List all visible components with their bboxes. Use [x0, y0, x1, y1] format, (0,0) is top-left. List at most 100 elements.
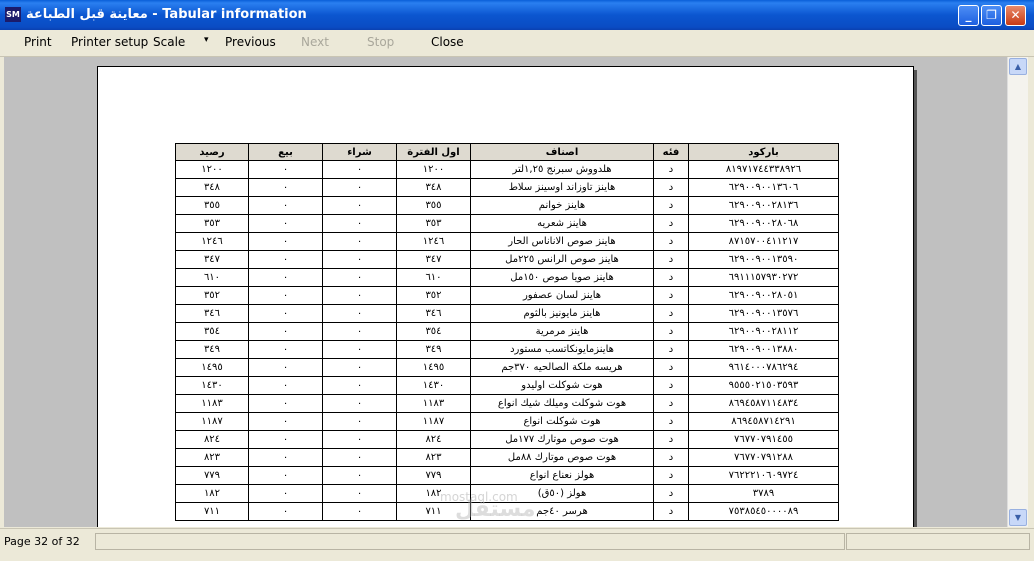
table-cell: هلدووش سبرنج ١,٢٥لتر: [470, 160, 654, 179]
scroll-down-button[interactable]: ▼: [1009, 509, 1027, 526]
table-cell: د: [653, 430, 689, 449]
table-row: ٦٢٩٠٠٩٠٠٢٨٠٥١ د هاينز لسان عصفور ٣٥٢ ٠ ٠ ٣٥٢: [175, 286, 839, 305]
table-cell: ٠: [322, 232, 397, 251]
table-cell: ٠: [322, 358, 397, 377]
table-cell: هاينز لسان عصفور: [470, 286, 654, 305]
table-row: ٨٦٩٤٥٨٧١١٤٨٣٤ د هوت شوكلت وميلك شيك انواع ١…: [175, 394, 839, 413]
table-cell: ١٤٩٥: [175, 358, 249, 377]
table-cell: ٨٦٩٤٥٨٧١٤٢٩١: [688, 412, 839, 431]
maximize-button[interactable]: ❐: [981, 5, 1002, 26]
table-cell: ١١٨٣: [175, 394, 249, 413]
status-panel: [846, 533, 1030, 550]
column-header: شراء: [322, 143, 397, 161]
table-cell: ٣٤٦: [396, 304, 471, 323]
print-button[interactable]: Print: [24, 35, 52, 49]
table-cell: هريسه ملكة الصالحيه ٣٧٠جم: [470, 358, 654, 377]
table-cell: هاينز مرمرية: [470, 322, 654, 341]
table-cell: ٣٥٣: [175, 214, 249, 233]
scroll-up-button[interactable]: ▲: [1009, 58, 1027, 75]
table-cell: ٠: [322, 502, 397, 521]
vertical-scrollbar[interactable]: ▲ ▼: [1007, 57, 1028, 527]
table-cell: ١١٨٧: [396, 412, 471, 431]
table-cell: ٣٤٩: [175, 340, 249, 359]
table-cell: ٠: [322, 376, 397, 395]
table-cell: ٠: [322, 160, 397, 179]
table-cell: د: [653, 502, 689, 521]
toolbar: Print Printer setup Scale ▾ Previous Nex…: [0, 30, 1034, 57]
table-cell: ٠: [322, 448, 397, 467]
close-button[interactable]: Close: [431, 35, 464, 49]
table-cell: هاينز خوانم: [470, 196, 654, 215]
table-cell: ٠: [248, 232, 323, 251]
table-row: ٨٧١٥٧٠٠٤١١٢١٧ د هاينز صوص الاناناس الحار ١٢…: [175, 232, 839, 251]
table-cell: ٠: [322, 484, 397, 503]
table-row: ٧٦٧٧٠٧٩١٤٥٥ د هوت صوص موتارك ١٧٧مل ٨٢٤ ٠ ٠ ٨٢٤: [175, 430, 839, 449]
table-cell: ٨٦٩٤٥٨٧١١٤٨٣٤: [688, 394, 839, 413]
preview-viewport[interactable]: باركود فئه اصناف اول الفترة شراء بيع رصيد ٨١٩٧…: [4, 57, 1007, 527]
table-cell: ٦٢٩٠٠٩٠٠١٣٦٠٦: [688, 178, 839, 197]
table-cell: ٧٧٩: [396, 466, 471, 485]
next-button[interactable]: Next: [301, 35, 329, 49]
table-cell: ٦١٠: [396, 268, 471, 287]
table-cell: ١٢٤٦: [175, 232, 249, 251]
table-cell: ٠: [322, 304, 397, 323]
minimize-button[interactable]: _: [958, 5, 979, 26]
table-cell: هوت صوص موتارك ٨٨مل: [470, 448, 654, 467]
close-window-button[interactable]: ✕: [1005, 5, 1026, 26]
table-cell: ٣٥٢: [175, 286, 249, 305]
table-cell: ١١٨٣: [396, 394, 471, 413]
table-cell: ٦١٠: [175, 268, 249, 287]
table-cell: ٨٧١٥٧٠٠٤١١٢١٧: [688, 232, 839, 251]
table-cell: ٠: [248, 322, 323, 341]
title-bar[interactable]: SM معاينة قبل الطباعة - Tabular informat…: [0, 0, 1034, 30]
table-cell: ٣٤٩: [396, 340, 471, 359]
table-cell: ٦٩١١١٥٧٩٣٠٢٧٢: [688, 268, 839, 287]
table-cell: ١٤٣٠: [396, 376, 471, 395]
table-cell: ٠: [248, 376, 323, 395]
table-header-row: باركود فئه اصناف اول الفترة شراء بيع رصيد: [175, 143, 839, 161]
stop-button[interactable]: Stop: [367, 35, 394, 49]
table-cell: ٦٢٩٠٠٩٠٠١٣٥٩٠: [688, 250, 839, 269]
table-cell: د: [653, 376, 689, 395]
table-cell: ٦٢٩٠٠٩٠٠٢٨٠٥١: [688, 286, 839, 305]
previous-button[interactable]: Previous: [225, 35, 276, 49]
table-cell: ٠: [322, 394, 397, 413]
table-cell: ٠: [322, 268, 397, 287]
table-cell: ٠: [248, 214, 323, 233]
table-cell: ٠: [322, 196, 397, 215]
report-page: باركود فئه اصناف اول الفترة شراء بيع رصيد ٨١٩٧…: [97, 66, 914, 527]
table-cell: د: [653, 448, 689, 467]
printer-setup-button[interactable]: Printer setup: [71, 35, 148, 49]
table-cell: ٨١٩٧١٧٤٤٣٣٨٩٢٦: [688, 160, 839, 179]
column-header: باركود: [688, 143, 839, 161]
table-cell: هوت شوكلت اوليدو: [470, 376, 654, 395]
table-row: ٦٢٩٠٠٩٠٠١٣٨٨٠ د هاينزمايونكاتسب مستورد ٣٤٩ ٠…: [175, 340, 839, 359]
table-cell: د: [653, 340, 689, 359]
chevron-down-icon[interactable]: ▾: [204, 35, 209, 45]
table-cell: ٠: [322, 286, 397, 305]
app-icon: SM: [5, 7, 21, 22]
table-cell: ٦٢٩٠٠٩٠٠١٣٨٨٠: [688, 340, 839, 359]
table-cell: د: [653, 466, 689, 485]
table-cell: ٧١١: [175, 502, 249, 521]
table-row: ٨١٩٧١٧٤٤٣٣٨٩٢٦ د هلدووش سبرنج ١,٢٥لتر ١٢٠٠ ٠…: [175, 160, 839, 179]
table-cell: هوت شوكلت وميلك شيك انواع: [470, 394, 654, 413]
table-cell: ٠: [248, 394, 323, 413]
table-cell: ٠: [248, 430, 323, 449]
table-cell: د: [653, 160, 689, 179]
report-table: باركود فئه اصناف اول الفترة شراء بيع رصيد ٨١٩٧…: [175, 143, 839, 521]
scale-button[interactable]: Scale: [153, 35, 185, 49]
table-cell: ٣٥٢: [396, 286, 471, 305]
table-cell: ٣٥٤: [175, 322, 249, 341]
table-cell: ٠: [248, 250, 323, 269]
table-row: ٦٢٩٠٠٩٠٠٢٨١٣٦ د هاينز خوانم ٣٥٥ ٠ ٠ ٣٥٥: [175, 196, 839, 215]
table-cell: ٧٦٢٢٢١٠٦٠٩٧٢٤: [688, 466, 839, 485]
table-cell: ٠: [322, 340, 397, 359]
table-cell: د: [653, 304, 689, 323]
table-cell: ٧٧٩: [175, 466, 249, 485]
table-cell: ٠: [248, 304, 323, 323]
table-cell: ٨٢٣: [396, 448, 471, 467]
table-cell: ١٤٣٠: [175, 376, 249, 395]
table-cell: ٠: [248, 502, 323, 521]
table-cell: د: [653, 196, 689, 215]
